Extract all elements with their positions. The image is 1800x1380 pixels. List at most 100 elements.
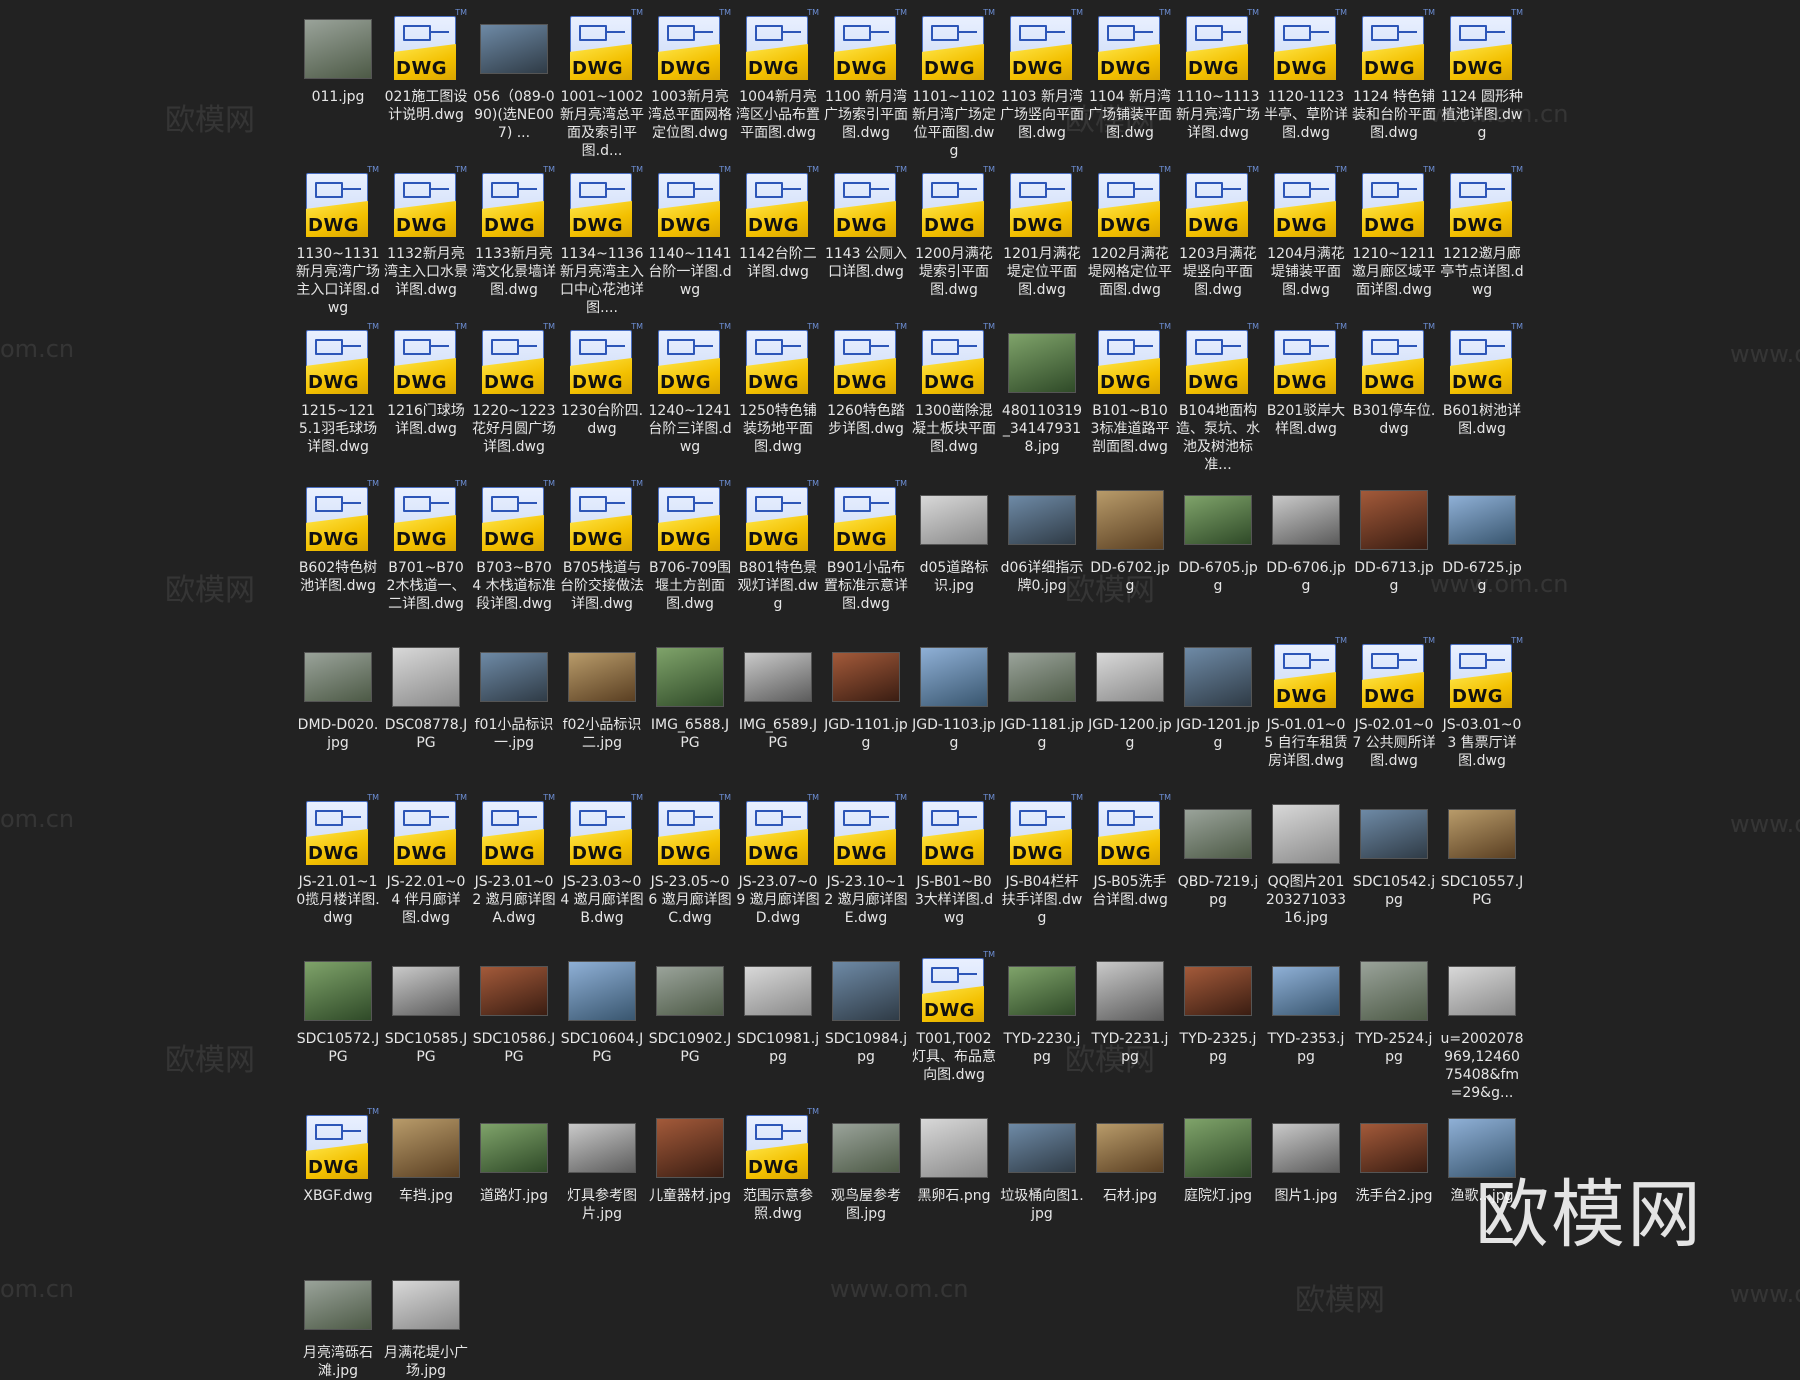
dwg-file-item[interactable]: DWG TM JS-23.03~04 邀月廊详图B.dwg (560, 793, 644, 927)
image-file-item[interactable]: 黑卵石.png (912, 1111, 996, 1205)
image-file-item[interactable]: 石材.jpg (1088, 1111, 1172, 1205)
dwg-file-item[interactable]: DWG TM JS-03.01~03 售票厅详图.dwg (1440, 636, 1524, 770)
dwg-file-item[interactable]: DWG TM B201驳岸大样图.dwg (1264, 322, 1348, 438)
dwg-file-item[interactable]: DWG TM 1124 特色铺装和台阶平面图.dwg (1352, 8, 1436, 142)
image-file-item[interactable]: 图片1.jpg (1264, 1111, 1348, 1205)
image-file-item[interactable]: DD-6702.jpg (1088, 483, 1172, 595)
dwg-file-item[interactable]: DWG TM JS-23.05~06 邀月廊详图C.dwg (648, 793, 732, 927)
dwg-file-item[interactable]: DWG TM 1143 公厕入口详图.dwg (824, 165, 908, 281)
image-file-item[interactable]: SDC10585.JPG (384, 954, 468, 1066)
dwg-file-item[interactable]: DWG TM 1124 圆形种植池详图.dwg (1440, 8, 1524, 142)
dwg-file-item[interactable]: DWG TM JS-02.01~07 公共厕所详图.dwg (1352, 636, 1436, 770)
image-file-item[interactable]: JGD-1200.jpg (1088, 640, 1172, 752)
dwg-file-item[interactable]: DWG TM T001,T002 灯具、布品意向图.dwg (912, 950, 996, 1084)
image-file-item[interactable]: 车挡.jpg (384, 1111, 468, 1205)
dwg-file-item[interactable]: DWG TM 1216门球场详图.dwg (384, 322, 468, 438)
dwg-file-item[interactable]: DWG TM 1100 新月湾广场索引平面图.dwg (824, 8, 908, 142)
dwg-file-item[interactable]: DWG TM 1142台阶二详图.dwg (736, 165, 820, 281)
image-file-item[interactable]: SDC10557.JPG (1440, 797, 1524, 909)
image-file-item[interactable]: JGD-1181.jpg (1000, 640, 1084, 752)
image-file-item[interactable]: 灯具参考图片.jpg (560, 1111, 644, 1223)
image-file-item[interactable]: DD-6725.jpg (1440, 483, 1524, 595)
image-file-item[interactable]: 观鸟屋参考图.jpg (824, 1111, 908, 1223)
dwg-file-item[interactable]: DWG TM B705栈道与台阶交接做法详图.dwg (560, 479, 644, 613)
dwg-file-item[interactable]: DWG TM JS-B01~B03大样详图.dwg (912, 793, 996, 927)
image-file-item[interactable]: TYD-2230.jpg (1000, 954, 1084, 1066)
image-file-item[interactable]: d06详细指示牌0.jpg (1000, 483, 1084, 595)
dwg-file-item[interactable]: DWG TM 1300凿除混凝土板块平面图.dwg (912, 322, 996, 456)
image-file-item[interactable]: SDC10984.jpg (824, 954, 908, 1066)
image-file-item[interactable]: 011.jpg (296, 12, 380, 106)
dwg-file-item[interactable]: DWG TM B602特色树池详图.dwg (296, 479, 380, 595)
image-file-item[interactable]: SDC10902.JPG (648, 954, 732, 1066)
image-file-item[interactable]: 渔歌...jpg (1440, 1111, 1524, 1205)
dwg-file-item[interactable]: DWG TM JS-23.07~09 邀月廊详图D.dwg (736, 793, 820, 927)
dwg-file-item[interactable]: DWG TM 1110~1113新月亮湾广场详图.dwg (1176, 8, 1260, 142)
image-file-item[interactable]: 月亮湾砾石滩.jpg (296, 1268, 380, 1380)
dwg-file-item[interactable]: DWG TM B701~B702木栈道一、二详图.dwg (384, 479, 468, 613)
dwg-file-item[interactable]: DWG TM 1210~1211邀月廊区域平面详图.dwg (1352, 165, 1436, 299)
dwg-file-item[interactable]: DWG TM 1201月满花堤定位平面图.dwg (1000, 165, 1084, 299)
dwg-file-item[interactable]: DWG TM 1103 新月湾广场竖向平面图.dwg (1000, 8, 1084, 142)
dwg-file-item[interactable]: DWG TM 1101~1102 新月湾广场定位平面图.dwg (912, 8, 996, 160)
dwg-file-item[interactable]: DWG TM 1001~1002新月亮湾总平面及索引平图.d... (560, 8, 644, 160)
dwg-file-item[interactable]: DWG TM 1004新月亮湾区小品布置平面图.dwg (736, 8, 820, 142)
image-file-item[interactable]: f02小品标识二.jpg (560, 640, 644, 752)
image-file-item[interactable]: f01小品标识一.jpg (472, 640, 556, 752)
dwg-file-item[interactable]: DWG TM B706-709围堰土方剖面图.dwg (648, 479, 732, 613)
image-file-item[interactable]: 道路灯.jpg (472, 1111, 556, 1205)
dwg-file-item[interactable]: DWG TM B101~B103标准道路平剖面图.dwg (1088, 322, 1172, 456)
image-file-item[interactable]: SDC10542.jpg (1352, 797, 1436, 909)
dwg-file-item[interactable]: DWG TM JS-01.01~05 自行车租赁房详图.dwg (1264, 636, 1348, 770)
image-file-item[interactable]: d05道路标识.jpg (912, 483, 996, 595)
dwg-file-item[interactable]: DWG TM 1260特色踏步详图.dwg (824, 322, 908, 438)
dwg-file-item[interactable]: DWG TM 1130~1131新月亮湾广场主入口详图.dwg (296, 165, 380, 317)
image-file-item[interactable]: JGD-1103.jpg (912, 640, 996, 752)
dwg-file-item[interactable]: DWG TM 1204月满花堤铺装平面图.dwg (1264, 165, 1348, 299)
dwg-file-item[interactable]: DWG TM 1140~1141台阶一详图.dwg (648, 165, 732, 299)
image-file-item[interactable]: DMD-D020.jpg (296, 640, 380, 752)
image-file-item[interactable]: TYD-2325.jpg (1176, 954, 1260, 1066)
dwg-file-item[interactable]: DWG TM 1132新月亮湾主入口水景详图.dwg (384, 165, 468, 299)
image-file-item[interactable]: DD-6705.jpg (1176, 483, 1260, 595)
image-file-item[interactable]: TYD-2231.jpg (1088, 954, 1172, 1066)
dwg-file-item[interactable]: DWG TM 1134~1136新月亮湾主入口中心花池详图.... (560, 165, 644, 317)
dwg-file-item[interactable]: DWG TM JS-22.01~04 伴月廊详图.dwg (384, 793, 468, 927)
dwg-file-item[interactable]: DWG TM 1250特色铺装场地平面图.dwg (736, 322, 820, 456)
dwg-file-item[interactable]: DWG TM 1203月满花堤竖向平面图.dwg (1176, 165, 1260, 299)
dwg-file-item[interactable]: DWG TM 1133新月亮湾文化景墙详图.dwg (472, 165, 556, 299)
dwg-file-item[interactable]: DWG TM JS-23.01~02 邀月廊详图A.dwg (472, 793, 556, 927)
image-file-item[interactable]: u=2002078969,1246075408&fm=29&g... (1440, 954, 1524, 1102)
dwg-file-item[interactable]: DWG TM 1202月满花堤网格定位平面图.dwg (1088, 165, 1172, 299)
dwg-file-item[interactable]: DWG TM 1240~1241台阶三详图.dwg (648, 322, 732, 456)
image-file-item[interactable]: 056（089-090)(选NE007) ... (472, 12, 556, 142)
image-file-item[interactable]: 儿童器材.jpg (648, 1111, 732, 1205)
dwg-file-item[interactable]: DWG TM JS-23.10~12 邀月廊详图E.dwg (824, 793, 908, 927)
image-file-item[interactable]: JGD-1101.jpg (824, 640, 908, 752)
dwg-file-item[interactable]: DWG TM JS-21.01~10揽月楼详图.dwg (296, 793, 380, 927)
dwg-file-item[interactable]: DWG TM 1215~1215.1羽毛球场详图.dwg (296, 322, 380, 456)
image-file-item[interactable]: 480110319_341479318.jpg (1000, 326, 1084, 456)
image-file-item[interactable]: TYD-2524.jpg (1352, 954, 1436, 1066)
dwg-file-item[interactable]: DWG TM B703~B704 木栈道标准段详图.dwg (472, 479, 556, 613)
dwg-file-item[interactable]: DWG TM 1230台阶四.dwg (560, 322, 644, 438)
image-file-item[interactable]: 洗手台2.jpg (1352, 1111, 1436, 1205)
dwg-file-item[interactable]: DWG TM 1003新月亮湾总平面网格定位图.dwg (648, 8, 732, 142)
image-file-item[interactable]: 垃圾桶向图1.jpg (1000, 1111, 1084, 1223)
dwg-file-item[interactable]: DWG TM JS-B05洗手台详图.dwg (1088, 793, 1172, 909)
dwg-file-item[interactable]: DWG TM XBGF.dwg (296, 1107, 380, 1205)
image-file-item[interactable]: DD-6706.jpg (1264, 483, 1348, 595)
image-file-item[interactable]: QBD-7219.jpg (1176, 797, 1260, 909)
image-file-item[interactable]: 月满花堤小广场.jpg (384, 1268, 468, 1380)
image-file-item[interactable]: SDC10586.JPG (472, 954, 556, 1066)
image-file-item[interactable]: JGD-1201.jpg (1176, 640, 1260, 752)
dwg-file-item[interactable]: DWG TM B104地面构造、泵坑、水池及树池标准... (1176, 322, 1260, 474)
image-file-item[interactable]: DD-6713.jpg (1352, 483, 1436, 595)
dwg-file-item[interactable]: DWG TM 1120-1123 半亭、草阶详图.dwg (1264, 8, 1348, 142)
image-file-item[interactable]: IMG_6588.JPG (648, 640, 732, 752)
image-file-item[interactable]: QQ图片20120327103316.jpg (1264, 797, 1348, 927)
dwg-file-item[interactable]: DWG TM 范围示意参照.dwg (736, 1107, 820, 1223)
dwg-file-item[interactable]: DWG TM B601树池详图.dwg (1440, 322, 1524, 438)
dwg-file-item[interactable]: DWG TM 021施工图设计说明.dwg (384, 8, 468, 124)
dwg-file-item[interactable]: DWG TM B301停车位.dwg (1352, 322, 1436, 438)
